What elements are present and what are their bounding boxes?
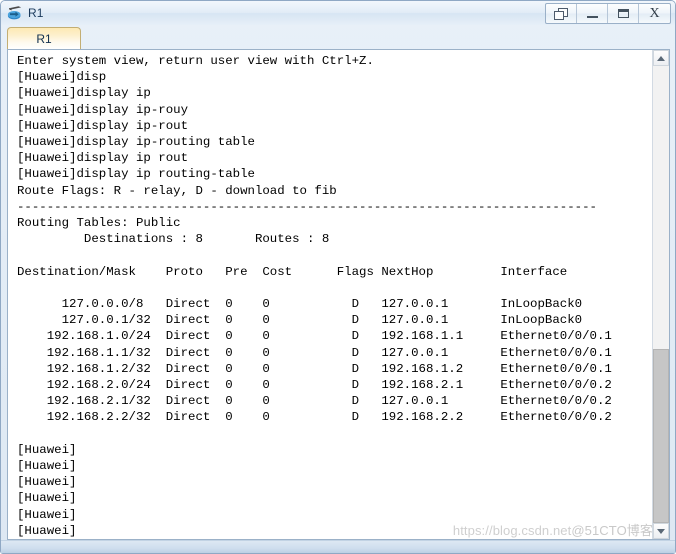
tab-strip: R1 xyxy=(1,25,675,49)
terminal-text: Enter system view, return user view with… xyxy=(17,54,612,538)
maximize-button[interactable] xyxy=(608,4,639,23)
scrollbar-track[interactable] xyxy=(653,66,669,523)
router-icon xyxy=(6,4,24,22)
window-title: R1 xyxy=(28,6,44,20)
terminal-panel: Enter system view, return user view with… xyxy=(7,49,670,540)
window-bottom-edge xyxy=(1,540,675,553)
terminal-window: R1 X R1 Enter system view, return user v… xyxy=(0,0,676,554)
close-button[interactable]: X xyxy=(639,4,670,23)
scroll-down-icon xyxy=(657,528,665,534)
scrollbar-thumb[interactable] xyxy=(653,349,669,523)
close-icon: X xyxy=(649,5,660,21)
cascade-button[interactable] xyxy=(546,4,577,23)
terminal-output[interactable]: Enter system view, return user view with… xyxy=(8,50,652,539)
minimize-button[interactable] xyxy=(577,4,608,23)
tab-r1[interactable]: R1 xyxy=(7,27,81,49)
minimize-icon xyxy=(586,15,598,18)
maximize-icon xyxy=(617,9,629,18)
scroll-down-button[interactable] xyxy=(653,523,669,539)
scroll-up-icon xyxy=(657,55,665,61)
vertical-scrollbar[interactable] xyxy=(652,50,669,539)
tab-label: R1 xyxy=(36,31,52,46)
scroll-up-button[interactable] xyxy=(653,50,669,66)
title-bar: R1 X xyxy=(1,1,675,25)
window-controls: X xyxy=(545,3,671,24)
cascade-icon xyxy=(554,7,568,20)
